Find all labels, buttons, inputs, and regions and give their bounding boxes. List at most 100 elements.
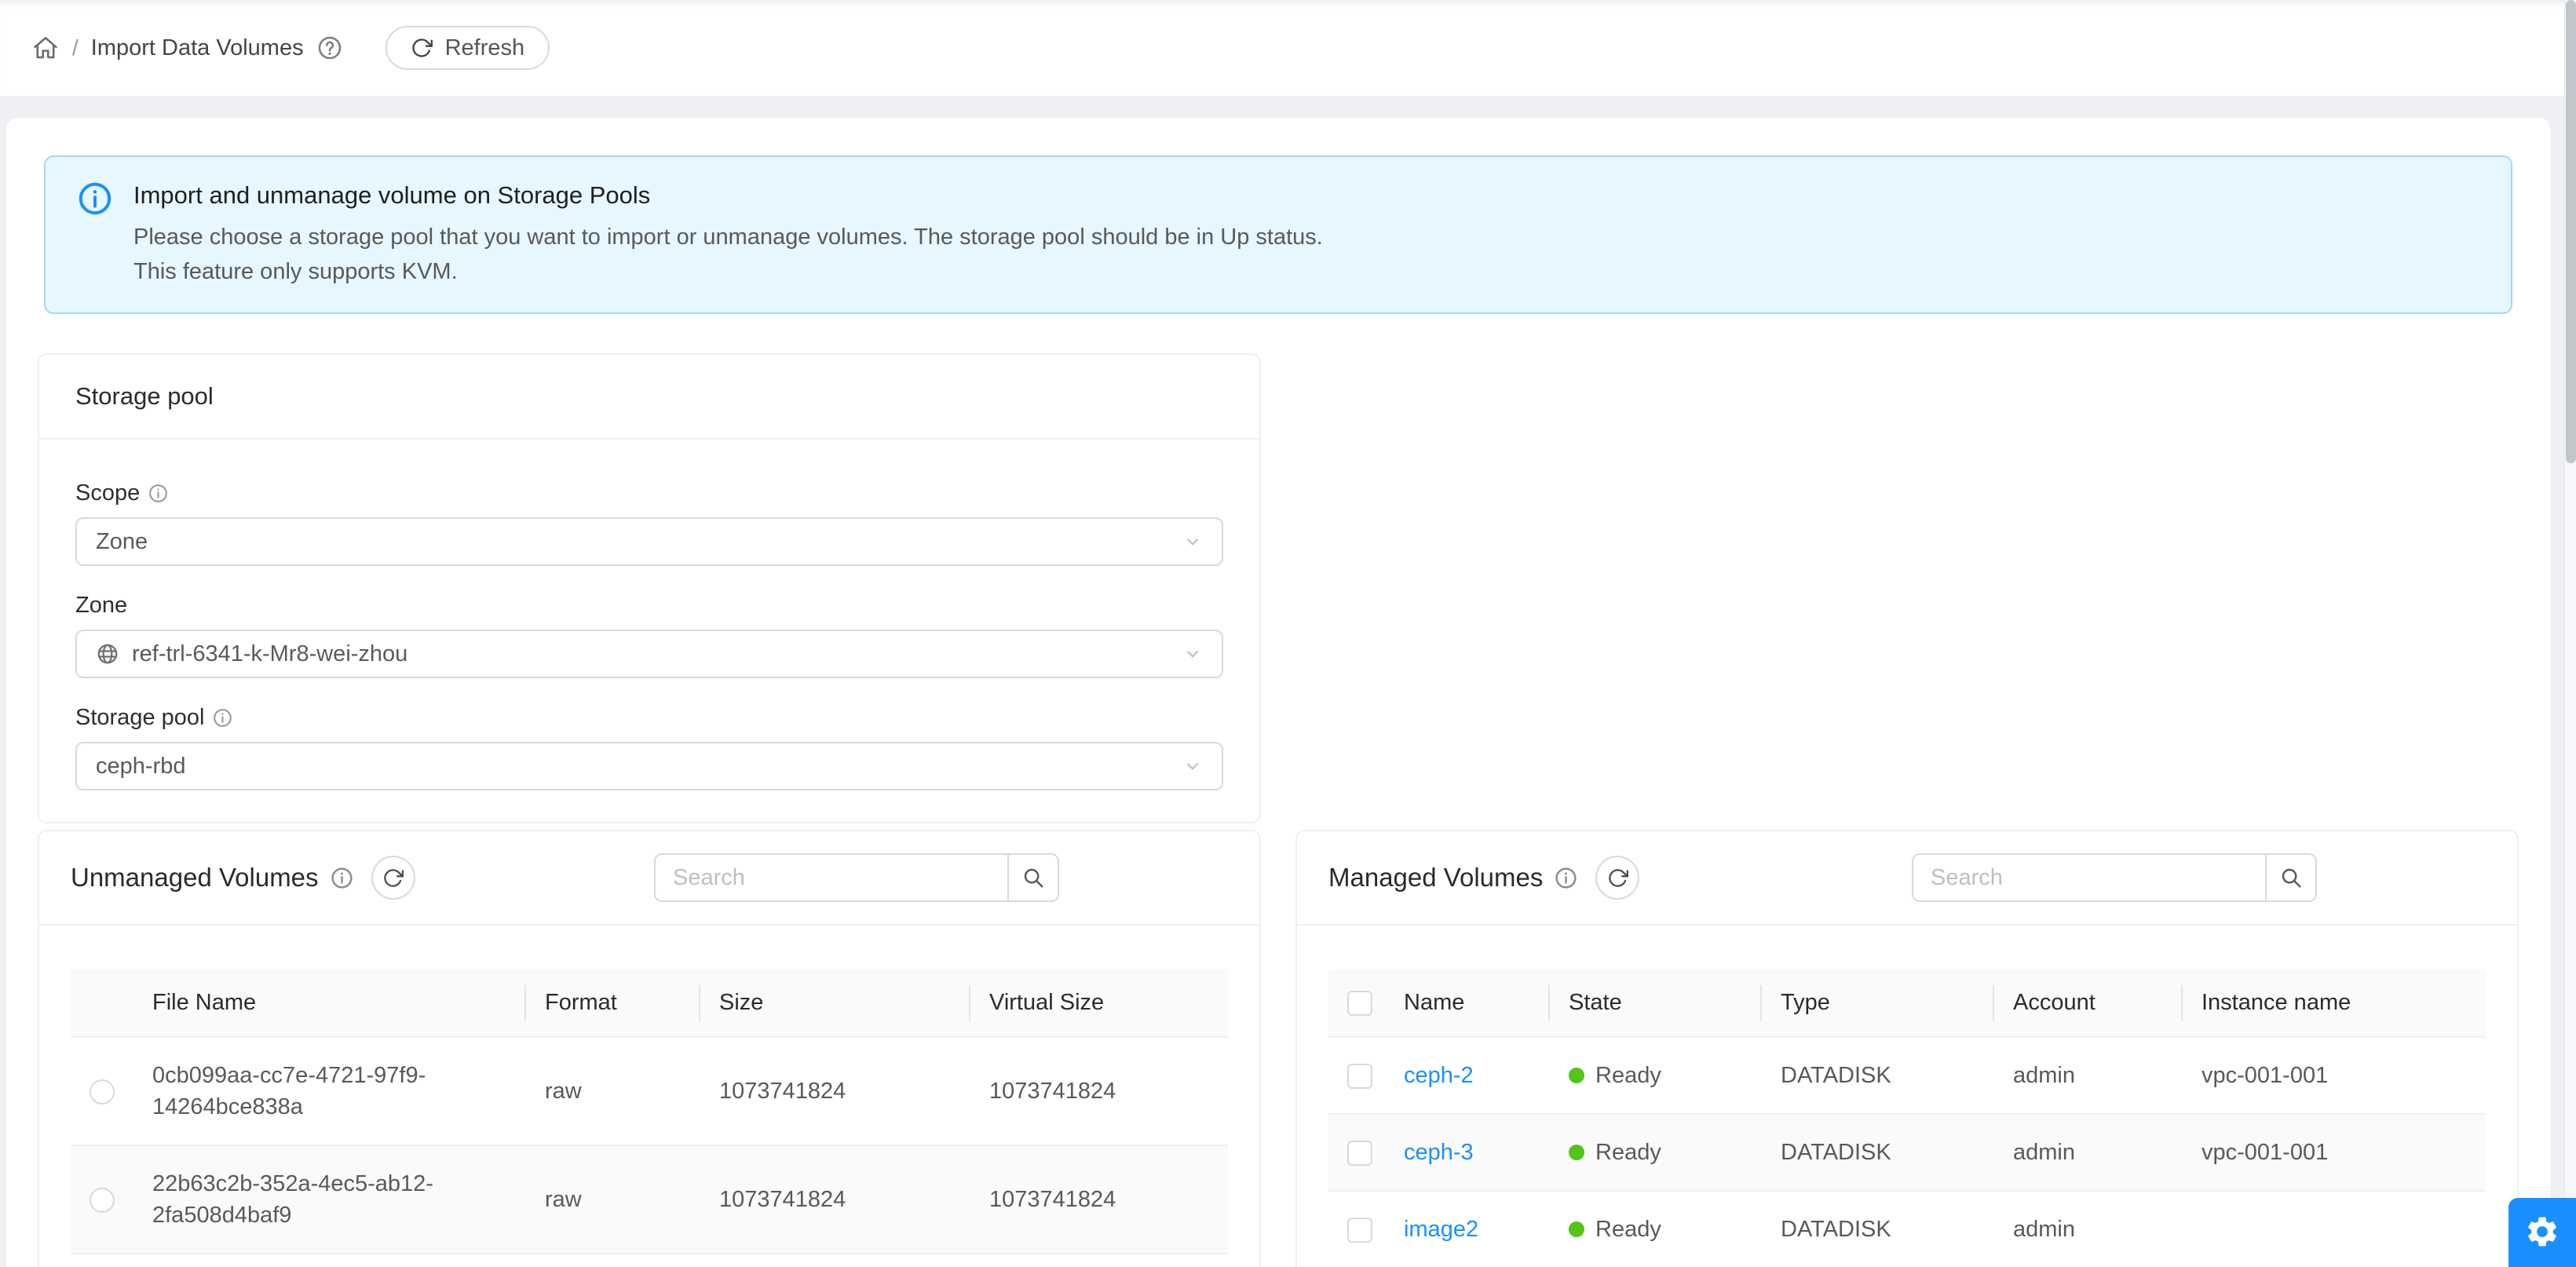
scope-label: Scope bbox=[75, 480, 140, 506]
row-checkbox[interactable] bbox=[1347, 1218, 1372, 1243]
managed-volumes-title: Managed Volumes bbox=[1328, 863, 1543, 893]
unmanaged-info-icon[interactable] bbox=[330, 866, 354, 890]
row-radio[interactable] bbox=[90, 1079, 115, 1105]
unmanaged-volumes-table-wrap: File Name Format Size Virtual Size 0cb09… bbox=[39, 926, 1259, 1254]
managed-search-input[interactable] bbox=[1912, 853, 2267, 902]
row-radio[interactable] bbox=[90, 1188, 115, 1213]
scope-select-value: Zone bbox=[96, 529, 148, 555]
page-scrollbar[interactable] bbox=[2564, 0, 2576, 1267]
unmanaged-volumes-card: Unmanaged Volumes bbox=[38, 830, 1261, 1267]
breadcrumb-separator: / bbox=[72, 35, 79, 60]
zone-select[interactable]: ref-trl-6341-k-Mr8-wei-zhou bbox=[75, 630, 1223, 678]
managed-refresh-button[interactable] bbox=[1595, 856, 1639, 900]
cell-instance-name: vpc-001-001 bbox=[2183, 1114, 2486, 1191]
reload-icon bbox=[1607, 867, 1628, 889]
cell-file-name: 22b63c2b-352a-4ec5-ab12-2fa508d4baf9 bbox=[133, 1145, 526, 1254]
search-icon bbox=[1021, 866, 1045, 889]
pool-select[interactable]: ceph-rbd bbox=[75, 742, 1223, 791]
alert-description-line1: Please choose a storage pool that you wa… bbox=[133, 220, 1323, 254]
table-row: ceph-3 Ready DATADISK admin vpc-001-001 bbox=[1328, 1114, 2486, 1191]
pool-info-icon[interactable] bbox=[212, 707, 233, 728]
state-ready-dot bbox=[1569, 1068, 1584, 1083]
managed-volumes-table: Name State Type Account Instance name ce… bbox=[1328, 969, 2486, 1267]
unmanaged-volumes-title: Unmanaged Volumes bbox=[71, 863, 319, 893]
table-row: image2 Ready DATADISK admin bbox=[1328, 1191, 2486, 1267]
chevron-down-icon bbox=[1182, 644, 1203, 664]
scope-select[interactable]: Zone bbox=[75, 517, 1223, 566]
storage-pool-form: Scope Zone Zone bbox=[39, 440, 1259, 822]
refresh-button[interactable]: Refresh bbox=[385, 26, 550, 70]
gear-icon bbox=[2524, 1214, 2560, 1250]
managed-search-group bbox=[1912, 853, 2317, 902]
cell-instance-name bbox=[2183, 1191, 2486, 1267]
unmanaged-refresh-button[interactable] bbox=[371, 856, 415, 900]
unmanaged-volumes-table: File Name Format Size Virtual Size 0cb09… bbox=[71, 969, 1228, 1254]
zone-field: Zone ref-trl-6341-k-Mr8-wei-zhou bbox=[75, 593, 1223, 678]
unmanaged-volumes-header: Unmanaged Volumes bbox=[39, 831, 1259, 926]
managed-search-button[interactable] bbox=[2265, 853, 2317, 902]
page-title: Import Data Volumes bbox=[91, 35, 304, 61]
scrollbar-thumb[interactable] bbox=[2566, 0, 2576, 463]
managed-volumes-header: Managed Volumes bbox=[1297, 831, 2517, 926]
cell-type: DATADISK bbox=[1762, 1114, 1994, 1191]
unmanaged-select-column-header bbox=[71, 969, 133, 1037]
table-row: 22b63c2b-352a-4ec5-ab12-2fa508d4baf9 raw… bbox=[71, 1145, 1228, 1254]
zone-label: Zone bbox=[75, 593, 127, 619]
cell-virtual-size: 1073741824 bbox=[970, 1145, 1228, 1254]
unmanaged-search-button[interactable] bbox=[1007, 853, 1059, 902]
question-circle-icon[interactable] bbox=[316, 35, 343, 61]
table-row: 0cb099aa-cc7e-4721-97f9-14264bce838a raw… bbox=[71, 1037, 1228, 1145]
cell-size: 1073741824 bbox=[700, 1037, 970, 1145]
row-checkbox[interactable] bbox=[1347, 1141, 1372, 1166]
alert-description-line2: This feature only supports KVM. bbox=[133, 254, 1323, 289]
cell-state: Ready bbox=[1595, 1137, 1661, 1168]
volume-name-link[interactable]: image2 bbox=[1404, 1217, 1478, 1242]
globe-icon bbox=[96, 642, 119, 666]
volume-name-link[interactable]: ceph-2 bbox=[1404, 1063, 1474, 1088]
scope-field: Scope Zone bbox=[75, 480, 1223, 566]
storage-pool-card-title: Storage pool bbox=[75, 382, 214, 411]
chevron-down-icon bbox=[1182, 531, 1203, 552]
pool-select-value: ceph-rbd bbox=[96, 754, 185, 780]
cell-format: raw bbox=[526, 1145, 700, 1254]
pool-field: Storage pool ceph-rbd bbox=[75, 705, 1223, 791]
cell-size: 1073741824 bbox=[700, 1145, 970, 1254]
pool-label: Storage pool bbox=[75, 705, 204, 731]
column-header-file-name: File Name bbox=[133, 969, 526, 1037]
cell-file-name: 0cb099aa-cc7e-4721-97f9-14264bce838a bbox=[133, 1037, 526, 1145]
column-header-instance-name: Instance name bbox=[2183, 969, 2486, 1037]
storage-pool-card: Storage pool Scope Zone bbox=[38, 353, 1261, 823]
row-checkbox[interactable] bbox=[1347, 1064, 1372, 1089]
search-icon bbox=[2279, 866, 2303, 889]
state-ready-dot bbox=[1569, 1221, 1584, 1237]
managed-volumes-table-wrap: Name State Type Account Instance name ce… bbox=[1297, 926, 2517, 1267]
cell-state: Ready bbox=[1595, 1214, 1661, 1245]
alert-title: Import and unmanage volume on Storage Po… bbox=[133, 179, 1323, 212]
breadcrumb-bar: / Import Data Volumes Refresh bbox=[0, 0, 2576, 96]
volume-name-link[interactable]: ceph-3 bbox=[1404, 1140, 1474, 1165]
column-header-size: Size bbox=[700, 969, 970, 1037]
cell-account: admin bbox=[1994, 1191, 2183, 1267]
cell-account: admin bbox=[1994, 1114, 2183, 1191]
cell-type: DATADISK bbox=[1762, 1191, 1994, 1267]
unmanaged-search-input[interactable] bbox=[654, 853, 1009, 902]
zone-select-value: ref-trl-6341-k-Mr8-wei-zhou bbox=[132, 641, 407, 667]
column-header-type: Type bbox=[1762, 969, 1994, 1037]
storage-pool-card-header: Storage pool bbox=[39, 355, 1259, 440]
column-header-name: Name bbox=[1385, 969, 1550, 1037]
column-header-account: Account bbox=[1994, 969, 2183, 1037]
column-header-state: State bbox=[1550, 969, 1762, 1037]
cell-virtual-size: 1073741824 bbox=[970, 1037, 1228, 1145]
managed-info-icon[interactable] bbox=[1554, 866, 1578, 890]
reload-icon bbox=[411, 37, 433, 59]
settings-fab-button[interactable] bbox=[2508, 1198, 2576, 1267]
managed-volumes-card: Managed Volumes bbox=[1295, 830, 2519, 1267]
reload-icon bbox=[382, 867, 404, 889]
scope-info-icon[interactable] bbox=[148, 483, 169, 504]
content-panel: Import and unmanage volume on Storage Po… bbox=[6, 118, 2550, 1267]
info-alert: Import and unmanage volume on Storage Po… bbox=[44, 155, 2512, 314]
cell-type: DATADISK bbox=[1762, 1037, 1994, 1114]
home-icon[interactable] bbox=[31, 34, 60, 62]
column-header-virtual-size: Virtual Size bbox=[970, 969, 1228, 1037]
select-all-checkbox[interactable] bbox=[1347, 991, 1372, 1016]
